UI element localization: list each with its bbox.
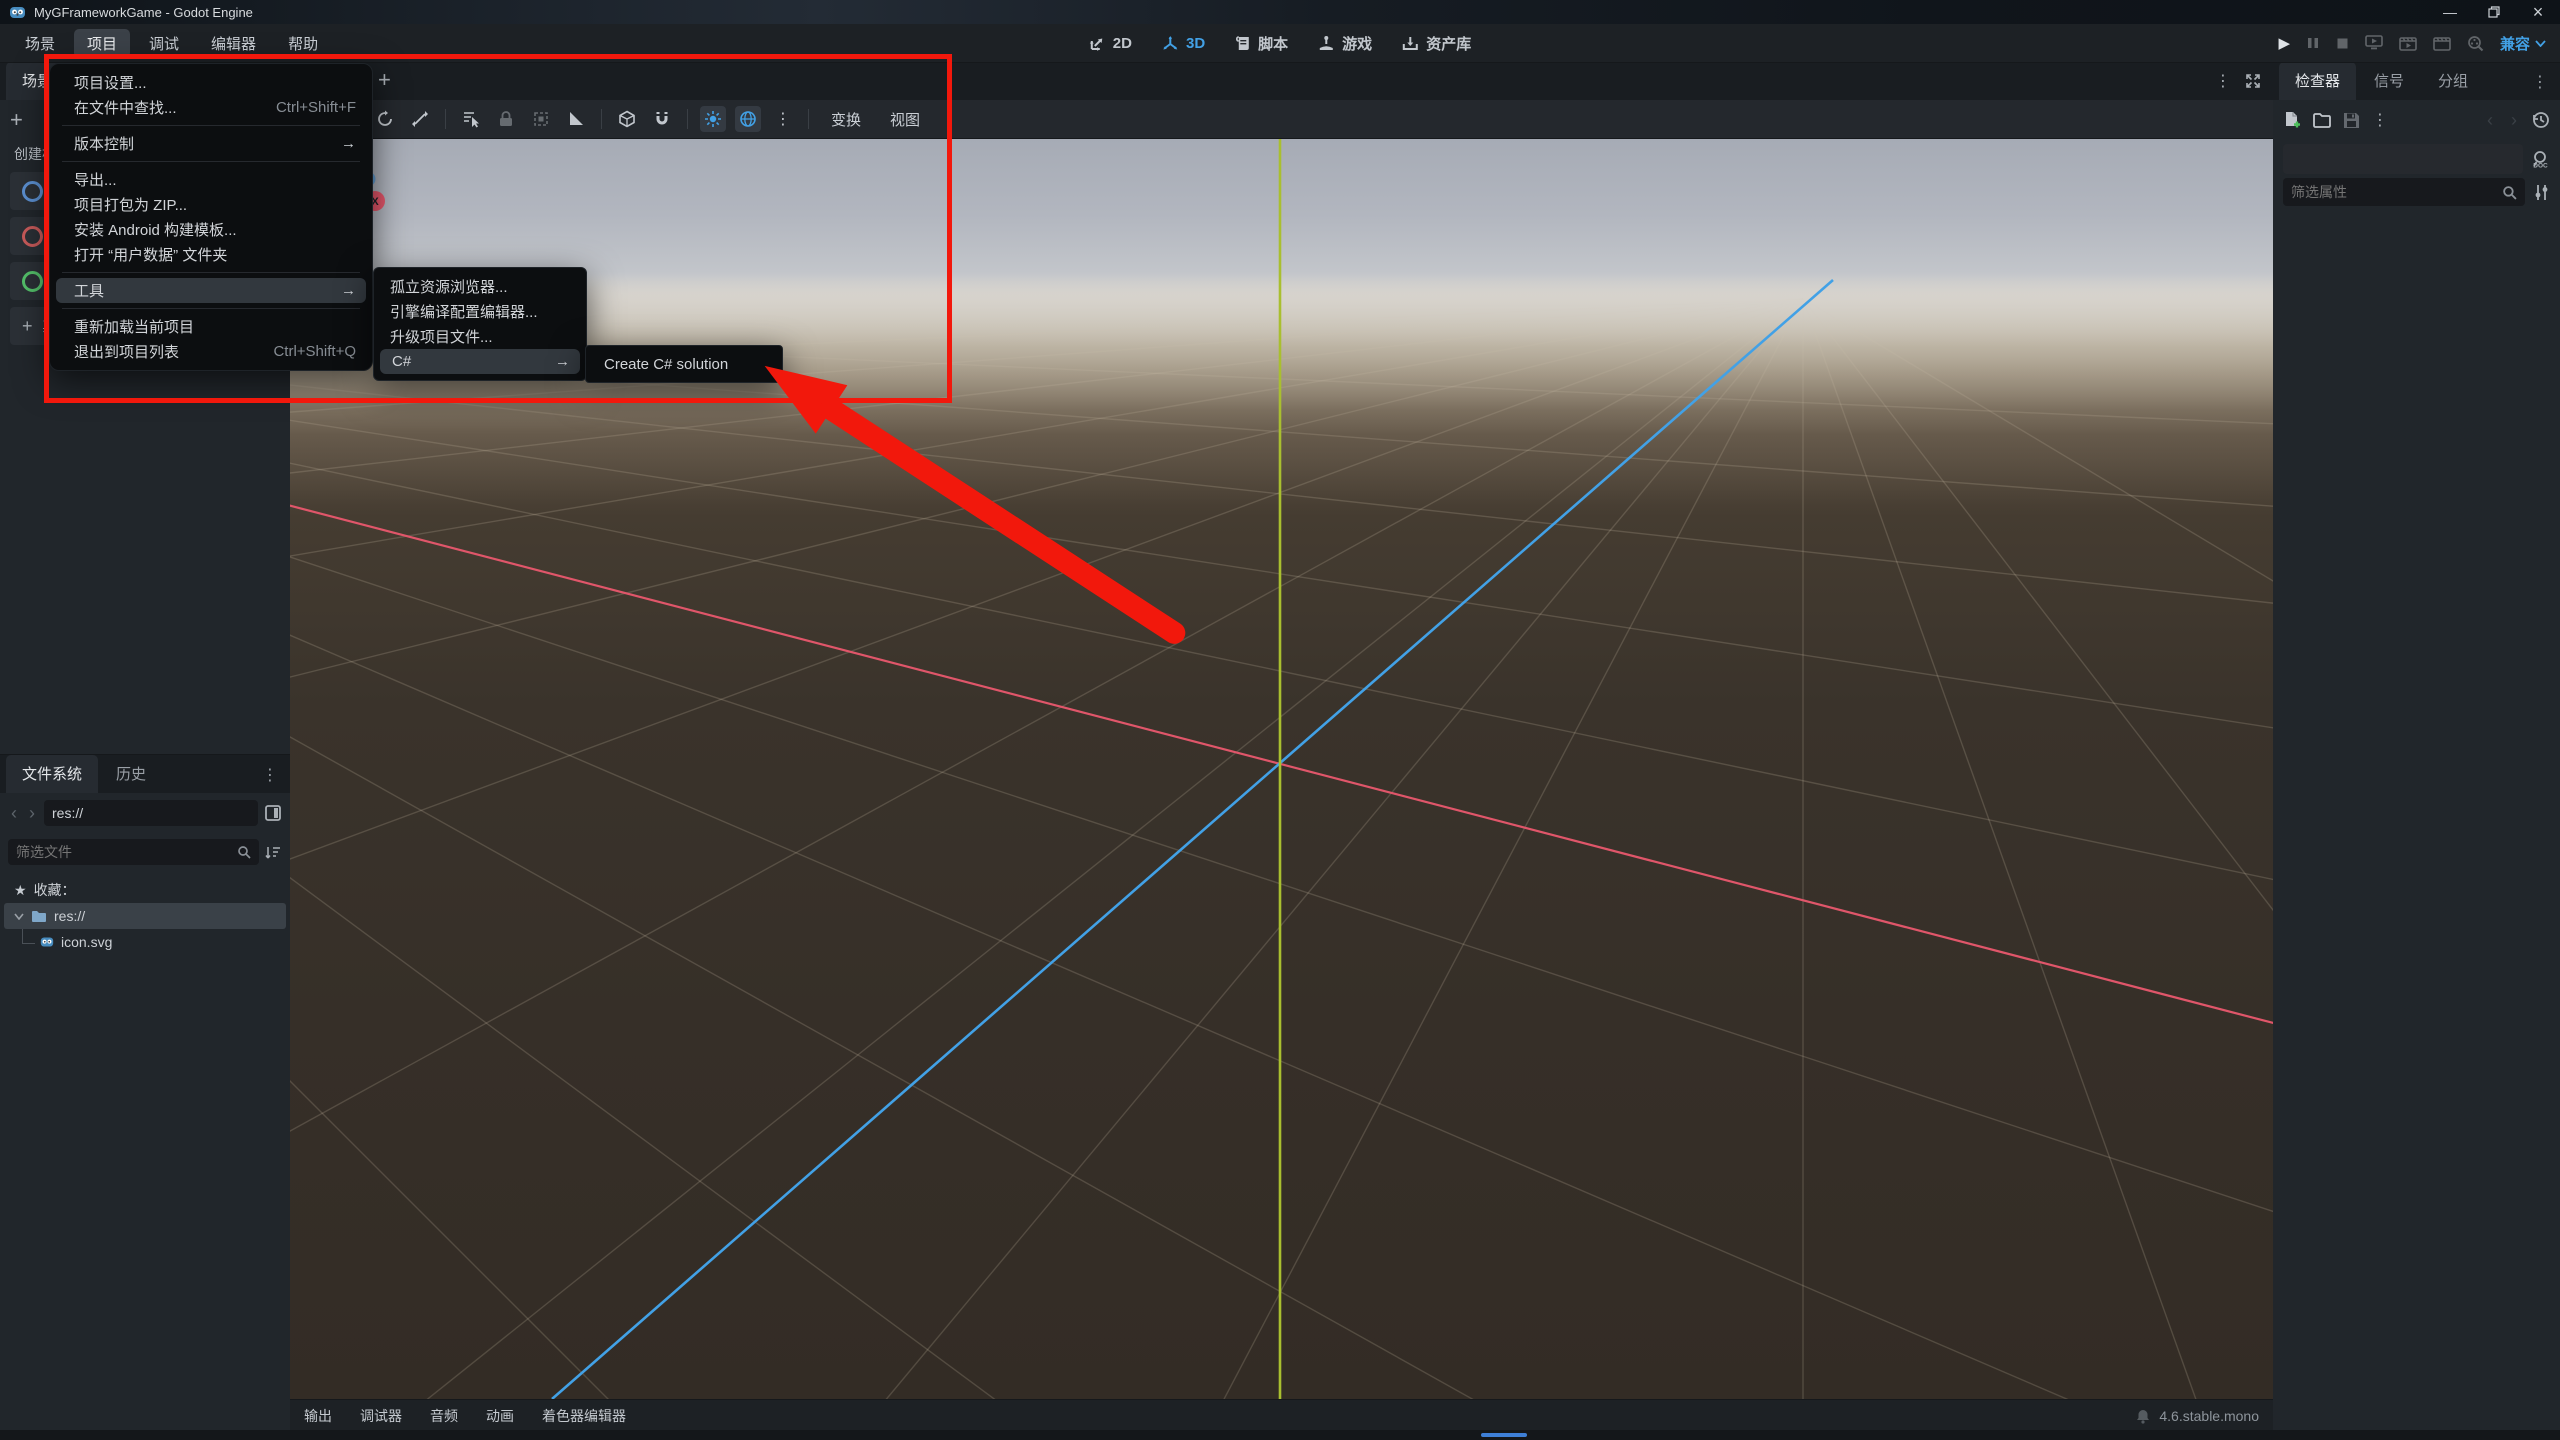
tab-audio[interactable]: 音频 — [430, 1406, 458, 1426]
tab-history[interactable]: 历史 — [100, 755, 162, 793]
filter-properties-input[interactable] — [2283, 178, 2525, 206]
version-label[interactable]: 4.6.stable.mono — [2159, 1408, 2259, 1424]
star-icon: ★ — [14, 881, 27, 898]
tab-output[interactable]: 输出 — [304, 1406, 332, 1426]
inspector-dock: 检查器 信号 分组 ⋮ ⋮ ‹ › DOC — [2273, 62, 2560, 1430]
play-scene-button[interactable] — [2399, 35, 2417, 51]
taskbar-accent — [1481, 1433, 1527, 1437]
run-bar: ▶ 兼容 — [2278, 24, 2560, 62]
tab-groups[interactable]: 分组 — [2422, 62, 2484, 100]
filesystem-dock: 文件系统 历史 ⋮ ‹ › ★ 收藏： res:// — [0, 754, 290, 1431]
sort-icon[interactable] — [265, 845, 282, 860]
tab-script[interactable]: 脚本 — [1235, 33, 1288, 54]
chevron-down-icon — [2535, 39, 2546, 47]
history-forward-button[interactable]: › — [2508, 110, 2520, 131]
save-icon[interactable] — [2343, 112, 2360, 129]
window-bottom-strip — [0, 1430, 2560, 1440]
stop-button[interactable] — [2336, 37, 2349, 50]
add-node-button[interactable]: + — [10, 109, 23, 131]
node-2d-icon — [22, 180, 43, 202]
node-ui-icon — [22, 270, 43, 292]
search-icon — [238, 846, 251, 859]
context-switcher: 2D 3D 脚本 游戏 资产库 — [1089, 24, 1471, 62]
filter-files-input[interactable] — [8, 839, 259, 865]
doc-search-icon[interactable]: DOC — [2531, 150, 2550, 169]
history-back-button[interactable]: ‹ — [2484, 110, 2496, 131]
godot-file-icon — [40, 937, 54, 947]
godot-logo-icon — [10, 6, 25, 18]
tab-3d[interactable]: 3D — [1162, 35, 1205, 52]
node-3d-icon — [22, 225, 43, 247]
property-tools-icon[interactable] — [2533, 184, 2550, 201]
nav-back-button[interactable]: ‹ — [8, 803, 20, 824]
3d-icon — [1163, 35, 1178, 49]
renderer-dropdown[interactable]: 兼容 — [2500, 33, 2546, 54]
tab-2d[interactable]: 2D — [1089, 35, 1132, 52]
root-folder-row[interactable]: res:// — [4, 903, 286, 929]
minimize-button[interactable]: — — [2428, 0, 2472, 24]
tab-inspector[interactable]: 检查器 — [2279, 62, 2357, 100]
favorites-row: ★ 收藏： — [14, 881, 76, 899]
assetlib-icon — [1403, 36, 1419, 50]
dock-options-icon[interactable]: ⋮ — [262, 765, 284, 793]
load-resource-icon[interactable] — [2313, 112, 2331, 128]
window-title: MyGFrameworkGame - Godot Engine — [34, 4, 253, 20]
svg-text:DOC: DOC — [2533, 162, 2548, 169]
plus-icon: + — [22, 316, 33, 336]
tab-filesystem[interactable]: 文件系统 — [6, 755, 99, 793]
bottom-panel-bar: 输出 调试器 音频 动画 着色器编辑器 4.6.stable.mono — [290, 1399, 2273, 1432]
notification-bell-icon[interactable] — [2136, 1409, 2150, 1424]
game-icon — [1320, 35, 1334, 50]
path-input[interactable] — [44, 800, 258, 826]
tab-debugger[interactable]: 调试器 — [360, 1406, 402, 1426]
movie-maker-button[interactable] — [2467, 35, 2484, 52]
caret-down-icon[interactable] — [14, 913, 24, 920]
restore-icon — [2488, 6, 2500, 18]
close-button[interactable]: × — [2516, 0, 2560, 24]
window-titlebar: MyGFrameworkGame - Godot Engine — × — [0, 0, 2560, 24]
file-tree: ★ 收藏： res:// icon.svg — [0, 877, 290, 955]
play-remote-button[interactable] — [2365, 35, 2383, 51]
resource-name-bar[interactable] — [2283, 144, 2523, 174]
annotation-highlight-rectangle — [44, 54, 952, 403]
split-view-icon[interactable] — [264, 804, 282, 822]
nav-forward-button[interactable]: › — [26, 803, 38, 824]
file-row-icon-svg[interactable]: icon.svg — [0, 929, 290, 955]
play-button[interactable]: ▶ — [2278, 34, 2290, 52]
pause-button[interactable] — [2306, 36, 2320, 50]
history-icon[interactable] — [2532, 111, 2550, 129]
viewport-options-icon[interactable]: ⋮ — [2215, 71, 2231, 91]
new-resource-icon[interactable] — [2283, 111, 2301, 129]
tab-animation[interactable]: 动画 — [486, 1406, 514, 1426]
expand-icon[interactable] — [2245, 73, 2261, 89]
2d-icon — [1089, 38, 1103, 51]
search-icon — [2503, 185, 2517, 200]
restore-button[interactable] — [2472, 0, 2516, 24]
play-custom-scene-button[interactable] — [2433, 35, 2451, 51]
tab-signals[interactable]: 信号 — [2358, 62, 2420, 100]
folder-icon — [32, 910, 46, 922]
tab-shader-editor[interactable]: 着色器编辑器 — [542, 1406, 626, 1426]
resource-options-icon[interactable]: ⋮ — [2372, 110, 2388, 130]
script-icon — [1236, 35, 1250, 50]
tab-assetlib[interactable]: 资产库 — [1402, 33, 1471, 54]
tab-game[interactable]: 游戏 — [1318, 33, 1372, 54]
dock-options-icon[interactable]: ⋮ — [2532, 72, 2554, 100]
